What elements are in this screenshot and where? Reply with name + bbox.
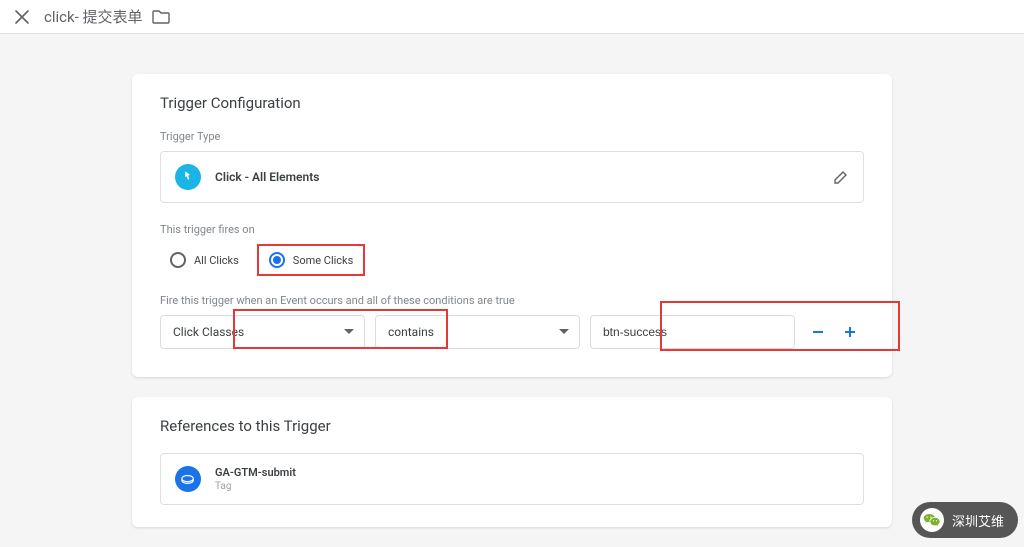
trigger-type-value: Click - All Elements: [215, 170, 319, 184]
wechat-icon: [920, 508, 944, 532]
reference-item[interactable]: GA-GTM-submit Tag: [160, 453, 864, 505]
click-icon: [175, 164, 201, 190]
condition-operator-select[interactable]: contains: [375, 315, 580, 349]
reference-type: Tag: [215, 481, 296, 492]
references-card: References to this Trigger GA-GTM-submit…: [132, 397, 892, 527]
radio-all-clicks[interactable]: All Clicks: [160, 246, 249, 274]
radio-label: All Clicks: [194, 254, 239, 267]
condition-label: Fire this trigger when an Event occurs a…: [160, 294, 864, 307]
radio-some-clicks[interactable]: Some Clicks: [257, 244, 366, 276]
select-value: Click Classes: [173, 325, 244, 339]
fires-on-radio-group: All Clicks Some Clicks: [160, 244, 864, 276]
reference-name: GA-GTM-submit: [215, 466, 296, 479]
wechat-watermark: 深圳艾维: [912, 502, 1018, 538]
references-title: References to this Trigger: [160, 417, 864, 435]
chevron-down-icon: [559, 329, 569, 335]
trigger-title[interactable]: click- 提交表单: [44, 6, 142, 27]
trigger-type-selector[interactable]: Click - All Elements: [160, 151, 864, 203]
add-condition-icon[interactable]: [843, 325, 857, 339]
condition-value-input[interactable]: [590, 315, 795, 349]
folder-icon[interactable]: [152, 9, 170, 24]
condition-row: Click Classes contains: [160, 315, 864, 349]
top-bar: click- 提交表单: [0, 0, 1024, 34]
edit-icon[interactable]: [833, 169, 849, 185]
close-icon[interactable]: [10, 5, 34, 29]
card-title: Trigger Configuration: [160, 94, 864, 112]
tag-icon: [175, 466, 201, 492]
remove-condition-icon[interactable]: [811, 325, 825, 339]
trigger-config-card: Trigger Configuration Trigger Type Click…: [132, 74, 892, 377]
radio-label: Some Clicks: [293, 254, 354, 267]
radio-icon: [269, 252, 285, 268]
watermark-text: 深圳艾维: [952, 511, 1004, 530]
condition-variable-select[interactable]: Click Classes: [160, 315, 365, 349]
trigger-type-label: Trigger Type: [160, 130, 864, 143]
chevron-down-icon: [344, 329, 354, 335]
select-value: contains: [388, 325, 434, 339]
fires-on-label: This trigger fires on: [160, 223, 864, 236]
radio-icon: [170, 252, 186, 268]
